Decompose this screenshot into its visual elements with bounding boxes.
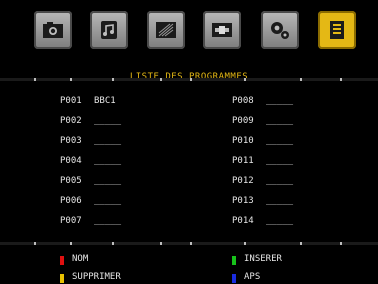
picture-icon <box>43 22 63 38</box>
yellow-key-icon <box>60 274 64 283</box>
program-name: _____ <box>94 116 122 126</box>
blue-key-icon <box>232 274 236 283</box>
program-name: _____ <box>266 156 294 166</box>
green-key-label: INSERER <box>244 254 282 264</box>
menu-toolbar <box>0 0 378 64</box>
blue-key-label: APS <box>244 272 261 282</box>
connection-icon <box>212 23 232 37</box>
program-number: P005 <box>60 176 82 186</box>
red-key-icon <box>60 256 64 265</box>
program-number: P014 <box>232 216 254 226</box>
program-name: _____ <box>94 156 122 166</box>
program-number: P011 <box>232 156 254 166</box>
color-key-legend: NOM INSERER SUPPRIMER APS <box>0 248 378 283</box>
green-key-icon <box>232 256 236 265</box>
program-number: P008 <box>232 96 254 106</box>
settings-icon <box>271 22 289 39</box>
page-title-bar: LISTE DES PROGRAMMES <box>0 64 378 82</box>
program-name: _____ <box>266 216 294 226</box>
program-name: _____ <box>94 136 122 146</box>
program-name: _____ <box>266 196 294 206</box>
video-icon <box>156 22 176 38</box>
program-list-icon <box>330 21 344 39</box>
connection-menu-button[interactable] <box>203 11 241 49</box>
program-name: _____ <box>266 116 294 126</box>
program-number: P006 <box>60 196 82 206</box>
program-name: _____ <box>266 136 294 146</box>
music-menu-button[interactable] <box>90 11 128 49</box>
program-name: BBC1 <box>94 96 116 106</box>
program-number: P001 <box>60 96 82 106</box>
video-menu-button[interactable] <box>147 11 185 49</box>
picture-menu-button[interactable] <box>34 11 72 49</box>
program-number: P004 <box>60 156 82 166</box>
program-number: P003 <box>60 136 82 146</box>
program-name: _____ <box>94 176 122 186</box>
program-number: P009 <box>232 116 254 126</box>
program-number: P007 <box>60 216 82 226</box>
top-divider <box>0 78 378 81</box>
yellow-key-label: SUPPRIMER <box>72 272 121 282</box>
program-name: _____ <box>94 216 122 226</box>
bottom-divider <box>0 242 378 245</box>
program-number: P012 <box>232 176 254 186</box>
program-name: _____ <box>266 96 294 106</box>
settings-menu-button[interactable] <box>261 11 299 49</box>
program-number: P013 <box>232 196 254 206</box>
program-number: P002 <box>60 116 82 126</box>
music-icon <box>101 21 117 39</box>
program-name: _____ <box>94 196 122 206</box>
red-key-label: NOM <box>72 254 89 264</box>
program-list-menu-button[interactable] <box>318 11 356 49</box>
program-number: P010 <box>232 136 254 146</box>
program-list: P001 BBC1 P002 _____ P003 _____ P004 ___… <box>0 84 378 240</box>
program-name: _____ <box>266 176 294 186</box>
